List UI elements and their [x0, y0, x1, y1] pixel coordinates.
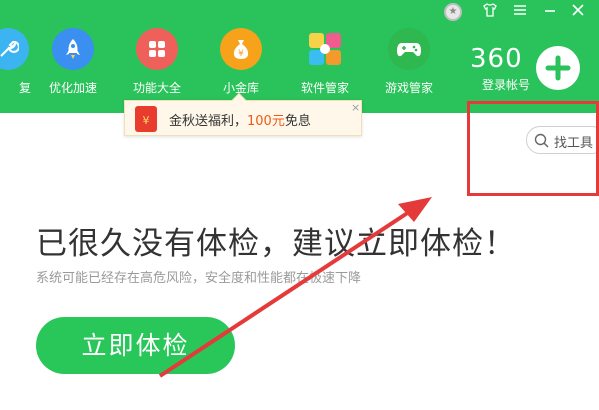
- nav-label: 软件管家: [300, 81, 349, 95]
- nav-item-optimize[interactable]: 优化加速: [33, 28, 113, 96]
- nav-label: 小金库: [222, 81, 259, 95]
- promo-close-button[interactable]: ×: [351, 101, 360, 114]
- nav-item-software[interactable]: 软件管家: [285, 28, 365, 96]
- top-toolbar: ★ 复 优化加速 功能大全 ¥ 小金库 软件管家 游戏管家 360 登录帐号: [0, 0, 599, 113]
- nav-item-games[interactable]: 游戏管家: [369, 28, 449, 96]
- login-link[interactable]: 登录帐号: [482, 76, 530, 93]
- page-title: 已很久没有体检，建议立即体检！: [36, 226, 516, 262]
- repair-icon: [0, 28, 29, 70]
- menu-icon[interactable]: [510, 2, 530, 22]
- moneybag-icon: ¥: [220, 28, 262, 70]
- nav-item-features[interactable]: 功能大全: [117, 28, 197, 96]
- nav-label: 功能大全: [132, 81, 181, 95]
- minimize-icon[interactable]: [540, 2, 560, 22]
- red-envelope-icon: ¥: [135, 106, 157, 132]
- nav-label: 优化加速: [48, 81, 97, 95]
- svg-text:¥: ¥: [238, 49, 244, 59]
- status-description: 系统可能已经存在高危风险，安全度和性能都在极速下降: [36, 271, 362, 286]
- puzzle-icon: [304, 28, 346, 70]
- nav-item-vault[interactable]: ¥ 小金库: [201, 28, 281, 96]
- check-now-button[interactable]: 立即体检: [36, 317, 235, 374]
- promo-text: 金秋送福利，100元免息: [169, 114, 311, 129]
- gamepad-icon: [388, 28, 430, 70]
- shirt-icon[interactable]: [480, 2, 500, 22]
- promo-popup[interactable]: ¥ 金秋送福利，100元免息 ×: [124, 92, 362, 136]
- brand-logo: 360: [470, 44, 523, 74]
- plus-icon[interactable]: [536, 46, 580, 90]
- annotation-highlight-box: [467, 101, 599, 196]
- nav-label: 游戏管家: [384, 81, 433, 95]
- grid-icon: [136, 28, 178, 70]
- close-icon[interactable]: [568, 2, 588, 22]
- rocket-icon: [52, 28, 94, 70]
- medal-icon[interactable]: ★: [444, 3, 462, 21]
- promo-amount: 100元: [247, 114, 285, 129]
